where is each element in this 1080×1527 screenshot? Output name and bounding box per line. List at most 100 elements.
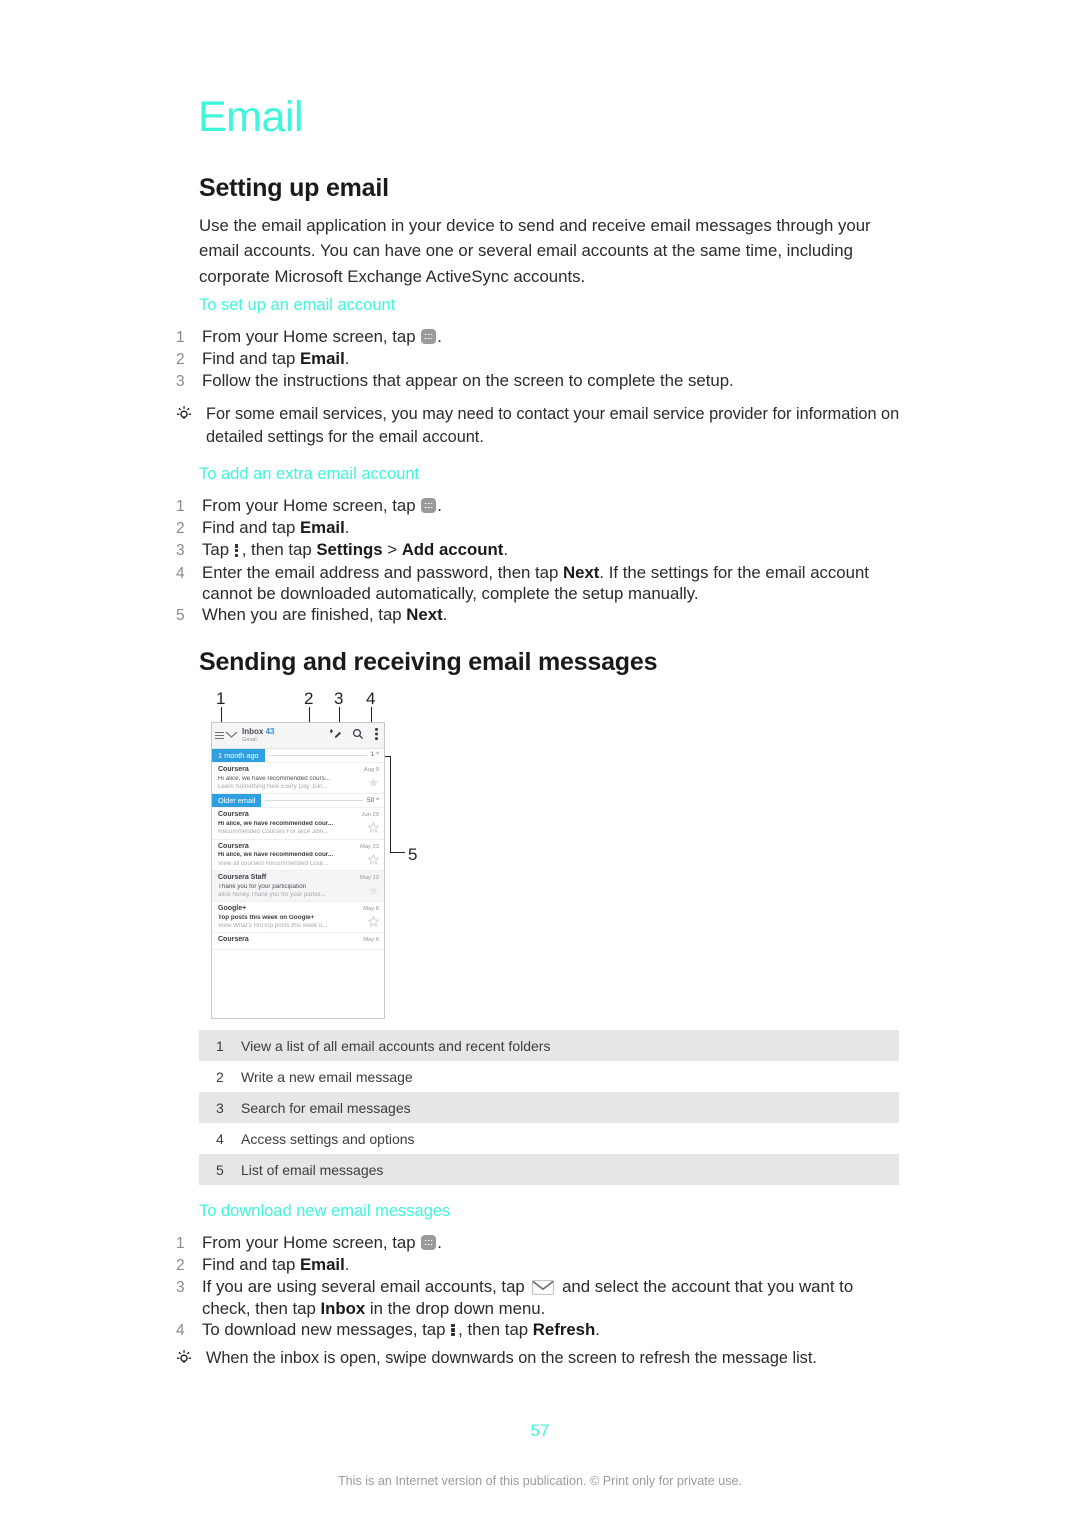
table-row: 4 Access settings and options <box>199 1123 899 1154</box>
step-number: 2 <box>176 1257 185 1275</box>
message-header: Coursera May 6 <box>218 936 379 944</box>
message-subject: Top posts this week on Google+ <box>218 914 315 921</box>
list-item[interactable]: Coursera May 6 <box>212 933 384 951</box>
callout-number-5: 5 <box>408 845 418 864</box>
lightbulb-icon <box>176 1347 206 1370</box>
step-number: 1 <box>176 1235 185 1252</box>
message-subject: Hi alice, we have recommended cours... <box>218 775 330 782</box>
star-icon[interactable] <box>367 915 380 929</box>
legend-text: Access settings and options <box>241 1130 415 1147</box>
step-number: 2 <box>176 520 185 538</box>
envelope-icon <box>532 1279 555 1296</box>
message-sender: Coursera <box>218 936 249 944</box>
callout-legend-table: 1 View a list of all email accounts and … <box>199 1030 899 1185</box>
legend-text: View a list of all email accounts and re… <box>241 1037 551 1054</box>
step-text: To download new messages, tap , then tap… <box>202 1319 600 1339</box>
message-subject: Thank you for your participation <box>218 883 307 890</box>
step-text: Find and tap Email. <box>202 349 350 369</box>
step-number: 2 <box>176 351 185 369</box>
compose-icon[interactable] <box>329 728 342 742</box>
group-count[interactable]: 50 ^ <box>367 797 384 805</box>
list-item: 1 From your Home screen, tap . <box>176 1232 906 1254</box>
app-drawer-icon <box>421 1235 437 1250</box>
subheading-to-download-new-email-messages: To download new email messages <box>199 1202 451 1220</box>
message-header: Coursera May 23 <box>218 843 379 851</box>
callout-number-2: 2 <box>304 689 314 708</box>
group-header: 1 month ago 1 ^ <box>212 749 384 763</box>
list-item[interactable]: Coursera Jun 29 Hi alice, we have recomm… <box>212 808 384 840</box>
star-icon[interactable] <box>368 885 379 898</box>
callout-number-1: 1 <box>216 689 226 708</box>
list-item: 2 Find and tap Email. <box>176 517 906 539</box>
message-date: May 12 <box>359 874 379 881</box>
page-number: 57 <box>530 1421 550 1440</box>
overflow-menu-icon[interactable] <box>374 727 379 743</box>
message-preview: View What's HotTop posts this week o... <box>218 923 328 930</box>
app-drawer-icon <box>421 329 437 344</box>
legend-number: 3 <box>216 1099 224 1116</box>
step-number: 5 <box>176 607 185 625</box>
list-item: 2 Find and tap Email. <box>176 1254 906 1276</box>
message-date: Aug 9 <box>363 767 379 773</box>
group-header: Older email 50 ^ <box>212 794 384 809</box>
star-icon[interactable] <box>367 821 380 835</box>
tip-callout-swipe-refresh: When the inbox is open, swipe downwards … <box>176 1347 906 1370</box>
search-icon[interactable] <box>352 728 364 742</box>
list-item[interactable]: Coursera May 23 Hi alice, we have recomm… <box>212 839 384 871</box>
step-number: 1 <box>176 498 185 515</box>
phone-screenshot-email-inbox: Inbox 43 Gmail 1 month ago 1 ^ Coursera … <box>211 722 385 1019</box>
message-sender: Coursera <box>218 811 249 819</box>
hamburger-icon[interactable] <box>215 731 224 740</box>
intro-paragraph: Use the email application in your device… <box>199 216 871 286</box>
list-item: 3 Follow the instructions that appear on… <box>176 370 906 392</box>
inbox-title: Inbox 43 <box>242 726 275 736</box>
steps-set-up-email-account: 1 From your Home screen, tap . 2 Find an… <box>176 326 906 393</box>
message-sender: Coursera <box>218 842 249 850</box>
step-number: 3 <box>176 542 185 560</box>
list-item[interactable]: Google+ May 8 Top posts this week on Goo… <box>212 902 384 934</box>
group-count[interactable]: 1 ^ <box>371 751 384 759</box>
message-preview: Learn Something New Every Day Join... <box>218 784 328 791</box>
message-sender: Coursera Staff <box>218 873 267 881</box>
star-icon[interactable] <box>368 777 379 790</box>
document-page: Email Setting up email Use the email app… <box>0 0 1080 1527</box>
legend-number: 4 <box>216 1130 224 1147</box>
overflow-menu-icon <box>451 1323 456 1337</box>
list-item[interactable]: Coursera Staff May 12 Thank you for your… <box>212 870 384 903</box>
table-row: 1 View a list of all email accounts and … <box>199 1030 899 1061</box>
account-name: Gmail <box>242 736 257 743</box>
legend-number: 2 <box>216 1068 224 1085</box>
list-item: 4 To download new messages, tap , then t… <box>176 1319 906 1341</box>
message-preview: View all courses! Recommended Cour... <box>218 860 328 867</box>
chevron-down-icon[interactable] <box>225 730 238 741</box>
message-header: Coursera Staff May 12 <box>218 874 379 882</box>
section-heading-sending-and-receiving: Sending and receiving email messages <box>199 648 658 676</box>
step-number: 4 <box>176 1321 185 1339</box>
legend-number: 1 <box>216 1037 224 1054</box>
chapter-title: Email <box>198 93 304 141</box>
list-item: 3 If you are using several email account… <box>176 1276 906 1318</box>
step-text: Follow the instructions that appear on t… <box>202 371 734 391</box>
tip-text: For some email services, you may need to… <box>206 405 900 446</box>
star-icon[interactable] <box>367 853 380 867</box>
steps-add-extra-email-account: 1 From your Home screen, tap . 2 Find an… <box>176 495 906 626</box>
legend-text: Search for email messages <box>241 1099 411 1116</box>
step-text: From your Home screen, tap . <box>202 496 442 515</box>
message-header: Google+ May 8 <box>218 905 379 913</box>
legend-text: Write a new email message <box>241 1068 413 1085</box>
message-preview: Recommended Courses For alice Join... <box>218 829 329 836</box>
callout-number-4: 4 <box>366 689 376 708</box>
step-number: 3 <box>176 1279 185 1297</box>
message-header: Coursera Jun 29 <box>218 811 379 819</box>
message-date: May 6 <box>363 937 379 944</box>
lightbulb-icon <box>176 403 206 448</box>
toolbar-titles: Inbox 43 Gmail <box>242 726 320 744</box>
message-subject: Hi alice, we have recommended cour... <box>218 821 334 828</box>
table-row: 5 List of email messages <box>199 1154 899 1185</box>
table-row: 3 Search for email messages <box>199 1092 899 1123</box>
callout-number-3: 3 <box>334 689 344 708</box>
legend-number: 5 <box>216 1161 224 1178</box>
list-item[interactable]: Coursera Aug 9 Hi alice, we have recomme… <box>212 763 384 795</box>
step-text: If you are using several email accounts,… <box>202 1277 854 1318</box>
message-preview: alice honey,Thank you for your partici..… <box>218 891 326 898</box>
